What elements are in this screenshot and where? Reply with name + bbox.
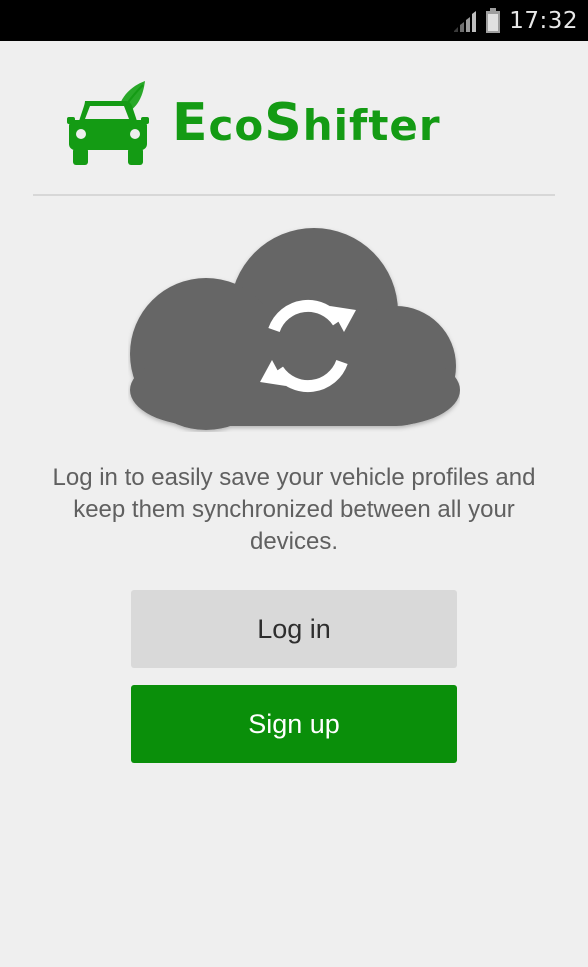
signup-button[interactable]: Sign up <box>131 685 457 763</box>
brand-part: hifter <box>302 101 441 150</box>
signup-button-label: Sign up <box>248 708 340 739</box>
brand-part: co <box>208 101 265 150</box>
brand-part: E <box>172 93 209 153</box>
status-time: 17:32 <box>509 7 578 34</box>
header-divider <box>33 194 555 196</box>
app-brand-name: EcoShifter <box>172 97 441 149</box>
status-bar: 17:32 <box>0 0 588 41</box>
login-description: Log in to easily save your vehicle profi… <box>52 464 536 555</box>
cloud-sync-icon <box>130 228 460 430</box>
login-button-label: Log in <box>257 613 331 644</box>
login-button[interactable]: Log in <box>131 590 457 668</box>
signal-icon <box>454 10 477 32</box>
brand-part: S <box>264 93 303 153</box>
app-header: EcoShifter <box>0 41 588 191</box>
car-leaf-icon <box>67 81 149 165</box>
battery-icon <box>486 7 501 33</box>
